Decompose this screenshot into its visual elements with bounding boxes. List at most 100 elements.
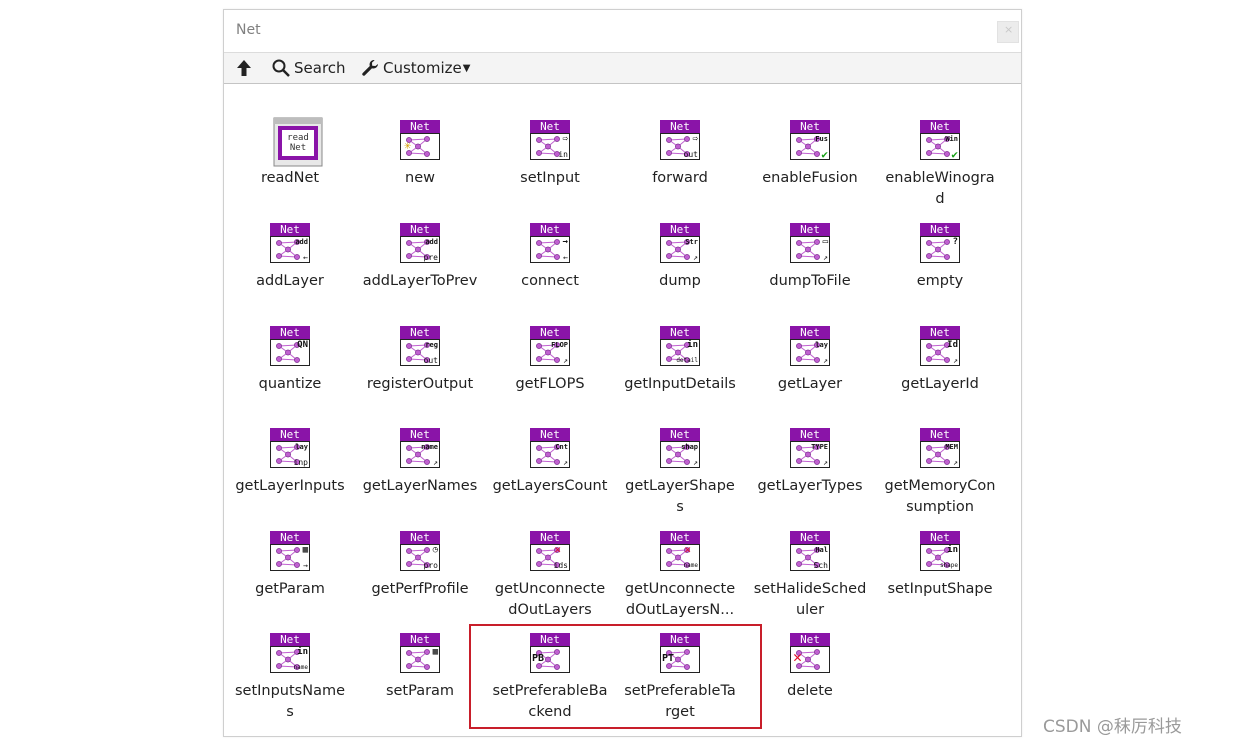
icon-glyph: in bbox=[297, 647, 308, 657]
icon-glyph: name bbox=[421, 443, 438, 451]
icon-glyph: Id bbox=[947, 340, 958, 350]
icon-glyph-secondary: pro bbox=[423, 561, 438, 570]
icon-glyph: lay bbox=[295, 443, 308, 451]
new-icon: Net ✳ bbox=[400, 120, 440, 160]
palette-item-label: getLayerShapes bbox=[625, 478, 735, 515]
wrench-icon bbox=[362, 60, 378, 76]
dumptofile-icon: Net ▭ ↗ bbox=[790, 223, 830, 263]
icon-glyph-secondary: ↗ bbox=[563, 458, 568, 467]
icon-body: ✕ bbox=[790, 646, 830, 673]
title-bar: Net bbox=[224, 10, 1021, 52]
icon-glyph-secondary: ← bbox=[563, 253, 568, 262]
icon-glyph-secondary: ids bbox=[553, 561, 568, 570]
icon-glyph-secondary: inp bbox=[293, 458, 308, 467]
icon-glyph: ▦ bbox=[432, 647, 438, 657]
icon-glyph: ◷ bbox=[432, 545, 438, 555]
window-title: Net bbox=[236, 22, 261, 38]
icon-body: ✳ bbox=[400, 133, 440, 160]
icon-glyph-secondary: ↗ bbox=[953, 356, 958, 365]
getlayershapes-icon: Net shap ↗ bbox=[660, 428, 700, 468]
setinput-icon: Net ⇨ in bbox=[530, 120, 570, 160]
icon-glyph: lay bbox=[815, 341, 828, 349]
watermark: CSDN @秣厉科技 bbox=[1043, 717, 1182, 737]
icon-glyph-secondary: ↗ bbox=[823, 253, 828, 262]
icon-glyph-secondary: ↗ bbox=[693, 253, 698, 262]
icon-body: add pre bbox=[400, 236, 440, 263]
icon-body: ? bbox=[920, 236, 960, 263]
close-button[interactable] bbox=[997, 21, 1019, 43]
palette-item-label: setHalideScheduler bbox=[753, 581, 867, 618]
up-arrow-icon bbox=[237, 60, 251, 76]
icon-header-text: Net bbox=[790, 120, 830, 133]
icon-glyph-secondary: name bbox=[683, 562, 698, 569]
getlayerinputs-icon: Net lay inp bbox=[270, 428, 310, 468]
icon-header-text: Net bbox=[270, 428, 310, 441]
getlayer-icon: Net lay ↗ bbox=[790, 326, 830, 366]
icon-glyph: ✕ bbox=[793, 648, 803, 666]
icon-header-text: Net bbox=[920, 428, 960, 441]
icon-glyph: ✕ bbox=[684, 543, 691, 556]
icon-body: QN bbox=[270, 339, 310, 366]
customize-label: Customize bbox=[383, 59, 462, 77]
registeroutput-icon: Net reg out bbox=[400, 326, 440, 366]
enablefusion-icon: Net Fus ✔ bbox=[790, 120, 830, 160]
setparam-icon: Net ▦ bbox=[400, 633, 440, 673]
icon-body: Win ✔ bbox=[920, 133, 960, 160]
icon-header-text: Net bbox=[400, 633, 440, 646]
icon-body: Fus ✔ bbox=[790, 133, 830, 160]
icon-glyph-secondary: pre bbox=[423, 253, 438, 262]
palette-item-label: getUnconnectedOutLayersN... bbox=[624, 581, 736, 618]
icon-header-text: Net bbox=[400, 326, 440, 339]
icon-body: in shape bbox=[920, 544, 960, 571]
getunconnectedoutlayersnames-icon: Net ✕ name bbox=[660, 531, 700, 571]
icon-body: → ← bbox=[530, 236, 570, 263]
icon-glyph: ✳ bbox=[404, 138, 412, 152]
icon-body: lay inp bbox=[270, 441, 310, 468]
icon-header-text: Net bbox=[530, 120, 570, 133]
icon-glyph-secondary: ↗ bbox=[953, 458, 958, 467]
icon-body: ▭ ↗ bbox=[790, 236, 830, 263]
palette-item-label: registerOutput bbox=[366, 376, 474, 392]
palette-item-label: new bbox=[405, 170, 435, 186]
icon-glyph: ⇨ bbox=[692, 134, 698, 144]
icon-glyph-secondary: ↗ bbox=[823, 356, 828, 365]
getmemoryconsumption-icon: Net MEM ↗ bbox=[920, 428, 960, 468]
palette-item-label: connect bbox=[521, 273, 579, 289]
icon-body: Id ↗ bbox=[920, 339, 960, 366]
icon-body: ▦ bbox=[400, 646, 440, 673]
getlayertypes-icon: Net TYPE ↗ bbox=[790, 428, 830, 468]
customize-button[interactable]: Customize ▼ bbox=[360, 57, 470, 79]
enablewinograd-icon: Net Win ✔ bbox=[920, 120, 960, 160]
icon-body: in name bbox=[270, 646, 310, 673]
icon-glyph: in bbox=[687, 340, 698, 350]
icon-header-text: Net bbox=[400, 223, 440, 236]
icon-body: ✕ ids bbox=[530, 544, 570, 571]
palette-item-label: getLayerNames bbox=[362, 478, 478, 494]
palette-item-label: addLayer bbox=[256, 273, 324, 289]
icon-glyph: in bbox=[947, 545, 958, 555]
icon-glyph: TYPE bbox=[811, 443, 828, 451]
getparam-icon: Net ▦ → bbox=[270, 531, 310, 571]
highlight-box bbox=[469, 624, 762, 729]
icon-glyph: ? bbox=[952, 237, 958, 247]
icon-body: ✕ name bbox=[660, 544, 700, 571]
icon-glyph-secondary: ↗ bbox=[693, 458, 698, 467]
icon-header-text: Net bbox=[790, 428, 830, 441]
icon-glyph-secondary: in bbox=[558, 150, 568, 159]
palette-item-label: delete bbox=[787, 683, 833, 699]
search-button[interactable]: Search bbox=[271, 57, 346, 79]
icon-body: lay ↗ bbox=[790, 339, 830, 366]
palette-item-label: getParam bbox=[255, 581, 325, 597]
icon-header-text: Net bbox=[530, 326, 570, 339]
icon-header-text: Net bbox=[270, 223, 310, 236]
icon-body: in detail bbox=[660, 339, 700, 366]
icon-glyph: reg bbox=[425, 341, 438, 349]
icon-glyph-secondary: Sch bbox=[813, 561, 828, 570]
up-button[interactable] bbox=[234, 57, 254, 79]
icon-glyph-secondary: out bbox=[683, 150, 698, 159]
palette-item-label: getMemoryConsumption bbox=[884, 478, 996, 515]
icon-body: reg out bbox=[400, 339, 440, 366]
icon-body: ⇨ in bbox=[530, 133, 570, 160]
icon-body: Hal Sch bbox=[790, 544, 830, 571]
icon-glyph: → bbox=[562, 237, 568, 247]
